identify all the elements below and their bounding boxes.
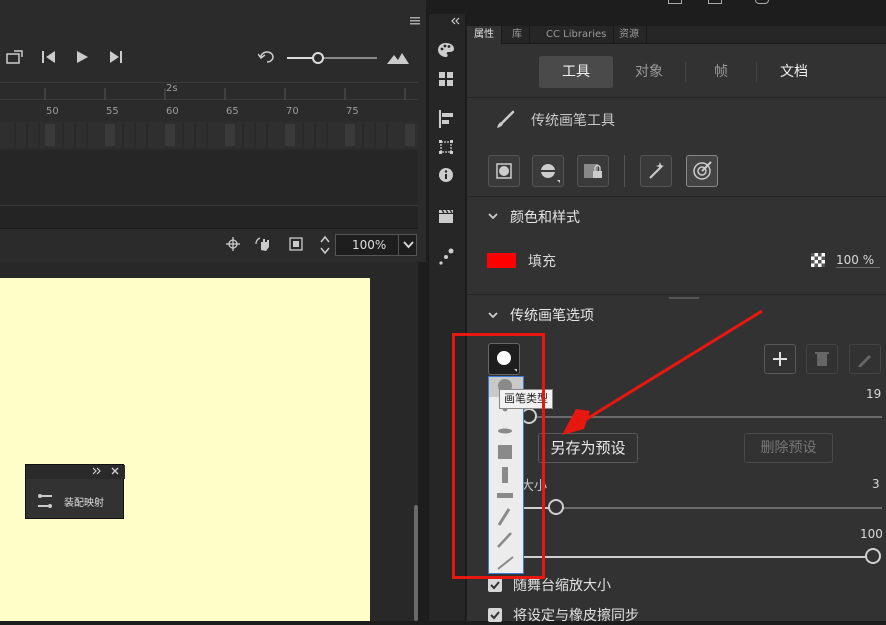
rig-mapping-panel: 装配映射 bbox=[25, 464, 125, 519]
stage-canvas[interactable] bbox=[0, 278, 370, 621]
divider bbox=[467, 196, 886, 197]
frame-label: 65 bbox=[226, 106, 239, 117]
annotation-arrow bbox=[540, 305, 770, 455]
tab-cc-libraries[interactable]: CC Libraries bbox=[539, 26, 615, 44]
zoom-stepper-icon[interactable] bbox=[319, 234, 331, 256]
smooth-value: 100 bbox=[860, 527, 883, 541]
segment-document[interactable]: 文档 bbox=[757, 56, 831, 88]
object-drawing-button[interactable] bbox=[488, 155, 520, 187]
frame-label: 60 bbox=[166, 106, 179, 117]
chevron-down-icon[interactable] bbox=[487, 210, 499, 222]
panel-menu-icon[interactable] bbox=[410, 17, 420, 25]
toolbar-divider bbox=[624, 155, 625, 187]
rig-mapping-icon bbox=[37, 492, 53, 510]
window-control-icon[interactable] bbox=[755, 0, 769, 4]
opacity-checker-icon bbox=[811, 253, 825, 267]
size-slider-knob[interactable] bbox=[548, 499, 564, 515]
window-control-icon[interactable] bbox=[708, 0, 722, 4]
scale-with-stage-checkbox[interactable] bbox=[488, 578, 502, 592]
opacity-value[interactable]: 100 % bbox=[836, 253, 880, 268]
frame-track[interactable] bbox=[0, 122, 418, 148]
frame-label: 75 bbox=[346, 106, 359, 117]
brush-tool-icon bbox=[495, 110, 515, 130]
sync-eraser-label: 将设定与橡皮擦同步 bbox=[513, 608, 639, 624]
motion-presets-icon[interactable] bbox=[437, 248, 455, 266]
frame-label: 55 bbox=[106, 106, 119, 117]
fill-label: 填充 bbox=[528, 254, 556, 270]
color-palette-icon[interactable] bbox=[437, 42, 455, 58]
edit-icon-button[interactable] bbox=[849, 344, 881, 374]
ruler-gridlines bbox=[0, 88, 418, 100]
export-icon[interactable] bbox=[6, 50, 24, 64]
swatches-icon[interactable] bbox=[438, 71, 454, 87]
center-stage-icon[interactable] bbox=[226, 237, 240, 251]
divider bbox=[467, 97, 886, 98]
step-forward-icon[interactable] bbox=[108, 50, 124, 64]
timeline-controls bbox=[0, 38, 426, 78]
step-back-icon[interactable] bbox=[41, 50, 57, 64]
smooth-slider-knob[interactable] bbox=[865, 548, 881, 564]
play-icon[interactable] bbox=[75, 50, 89, 64]
clip-stage-icon[interactable] bbox=[289, 237, 303, 251]
frame-label: 50 bbox=[46, 106, 59, 117]
tab-library[interactable]: 库 bbox=[505, 26, 530, 44]
tab-assets[interactable]: 资源 bbox=[612, 26, 647, 44]
tilt-button[interactable] bbox=[686, 155, 718, 187]
brush-value-top: 19 bbox=[866, 387, 882, 401]
section-color-style-title[interactable]: 颜色和样式 bbox=[510, 207, 580, 227]
brush-mode-button[interactable] bbox=[532, 155, 564, 187]
close-icon[interactable] bbox=[111, 467, 119, 475]
delete-icon-button[interactable] bbox=[806, 344, 838, 374]
annotation-highlight-box bbox=[452, 333, 545, 579]
tool-name: 传统画笔工具 bbox=[531, 113, 615, 129]
info-icon[interactable] bbox=[438, 167, 454, 183]
segment-object[interactable]: 对象 bbox=[613, 56, 685, 88]
divider bbox=[467, 294, 886, 295]
loop-icon[interactable] bbox=[258, 50, 276, 64]
pressure-button[interactable] bbox=[640, 155, 672, 187]
expand-icon[interactable] bbox=[92, 467, 102, 475]
smooth-slider-track[interactable] bbox=[524, 556, 868, 558]
window-control-icon[interactable] bbox=[668, 0, 682, 4]
size-slider-track[interactable] bbox=[524, 507, 882, 509]
transform-icon[interactable] bbox=[438, 139, 454, 155]
rig-mapping-label[interactable]: 装配映射 bbox=[64, 494, 104, 509]
segment-tool[interactable]: 工具 bbox=[539, 56, 613, 88]
chevron-down-icon[interactable] bbox=[487, 309, 499, 321]
vertical-scrollbar[interactable] bbox=[414, 505, 418, 621]
tab-properties[interactable]: 属性 bbox=[467, 26, 502, 44]
timeline-layer-area[interactable] bbox=[0, 150, 418, 206]
zoom-dropdown-button[interactable] bbox=[398, 234, 417, 256]
scene-clapper-icon[interactable] bbox=[438, 208, 454, 224]
frame-label: 70 bbox=[286, 106, 299, 117]
rotate-hand-icon[interactable] bbox=[255, 236, 275, 252]
ruler-ticks bbox=[0, 100, 418, 101]
zoom-slider-knob[interactable] bbox=[312, 52, 324, 64]
segment-frame[interactable]: 帧 bbox=[686, 56, 756, 88]
fill-color-swatch[interactable] bbox=[487, 253, 516, 268]
lock-fill-button[interactable] bbox=[577, 155, 609, 187]
mountain-zoom-icon[interactable] bbox=[387, 52, 409, 64]
size-value: 3 bbox=[872, 477, 880, 491]
panel-tab-bar: 属性 库 CC Libraries 资源 bbox=[467, 26, 886, 44]
sync-eraser-checkbox[interactable] bbox=[488, 608, 502, 622]
timeline-gap bbox=[0, 206, 418, 228]
collapse-panels-icon[interactable] bbox=[450, 17, 460, 25]
align-icon[interactable] bbox=[438, 110, 454, 128]
zoom-slider-fill bbox=[287, 57, 313, 59]
resize-grip[interactable] bbox=[669, 297, 699, 299]
